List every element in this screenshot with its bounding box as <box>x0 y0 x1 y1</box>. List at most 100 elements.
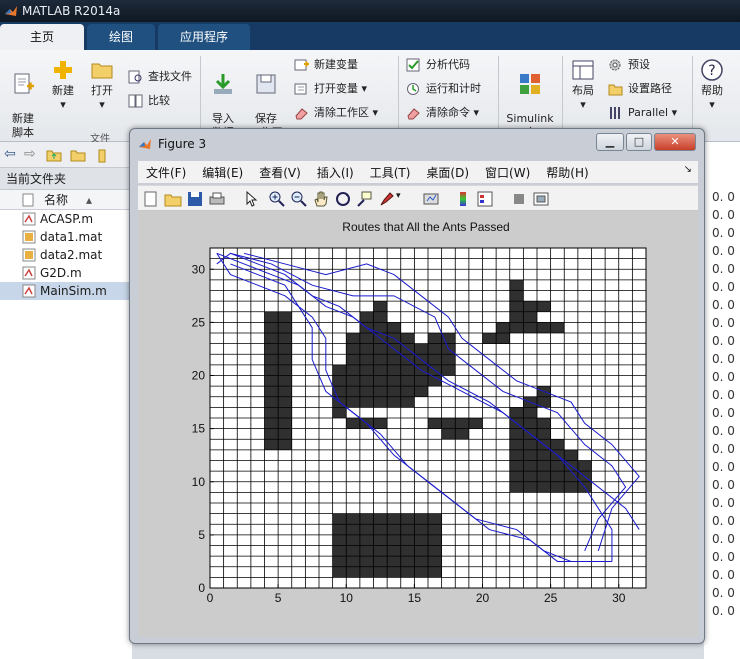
figure-window[interactable]: Figure 3 ▁ □ ✕ 文件(F) 编辑(E) 查看(V) 插入(I) 工… <box>129 128 705 644</box>
forward-arrow-icon[interactable]: ⇨ <box>24 146 36 162</box>
menu-file[interactable]: 文件(F) <box>138 164 194 181</box>
y-tick-label: 25 <box>192 315 206 329</box>
app-title: MATLAB R2014a <box>22 4 121 18</box>
workspace-value: 0. 0 <box>712 406 735 420</box>
show-plot-tools-icon[interactable] <box>532 190 550 208</box>
workspace-value: 0. 0 <box>712 226 735 240</box>
dock-arrow-icon[interactable]: ↘ <box>684 164 692 175</box>
save-icon[interactable] <box>186 190 204 208</box>
file-row[interactable]: ACASP.m <box>0 210 132 228</box>
import-icon <box>214 74 232 94</box>
menu-insert[interactable]: 插入(I) <box>309 164 362 181</box>
new-button[interactable]: 新建 ▾ <box>46 58 80 112</box>
preferences-button[interactable]: 预设 <box>608 56 650 74</box>
new-figure-icon[interactable] <box>142 190 160 208</box>
compare-icon <box>128 94 143 108</box>
menu-desktop[interactable]: 桌面(D) <box>418 164 477 181</box>
new-variable-button[interactable]: 新建变量 <box>294 56 358 74</box>
y-tick-label: 0 <box>198 581 205 595</box>
menu-help[interactable]: 帮助(H) <box>538 164 596 181</box>
mat-file-icon <box>22 248 36 262</box>
figure-menubar: 文件(F) 编辑(E) 查看(V) 插入(I) 工具(T) 桌面(D) 窗口(W… <box>138 161 698 183</box>
chevron-down-icon: ▾ <box>60 98 66 111</box>
svg-text:?: ? <box>708 63 715 79</box>
link-plot-icon[interactable] <box>422 190 440 208</box>
parallel-icon <box>610 107 620 119</box>
zoom-out-icon[interactable] <box>290 190 308 208</box>
open-variable-button[interactable]: 打开变量 ▾ <box>294 80 367 98</box>
file-name: data2.mat <box>40 248 103 262</box>
layout-icon <box>572 60 594 80</box>
chevron-down-icon: ▾ <box>580 98 586 111</box>
open-button[interactable]: 打开 ▾ <box>86 58 118 112</box>
workspace-value: 0. 0 <box>712 460 735 474</box>
menu-tools[interactable]: 工具(T) <box>362 164 419 181</box>
chevron-down-icon: ▾ <box>361 82 368 95</box>
rotate-3d-icon[interactable] <box>334 190 352 208</box>
folder-icon[interactable] <box>98 147 114 163</box>
layout-button[interactable]: 布局 ▾ <box>566 58 600 112</box>
x-tick-label: 25 <box>544 591 558 605</box>
colorbar-icon[interactable] <box>454 190 472 208</box>
current-folder-header: 当前文件夹 <box>0 168 132 190</box>
x-tick-label: 0 <box>207 591 214 605</box>
run-and-time-button[interactable]: 运行和计时 <box>406 80 481 98</box>
maximize-button[interactable]: □ <box>626 133 652 151</box>
x-tick-label: 20 <box>476 591 490 605</box>
file-row[interactable]: data1.mat <box>0 228 132 246</box>
file-row[interactable]: MainSim.m <box>0 282 132 300</box>
chevron-down-icon[interactable]: ▾ <box>396 191 401 201</box>
ribbon-tab-bar: 主页 绘图 应用程序 <box>0 22 740 50</box>
tab-apps[interactable]: 应用程序 <box>158 24 251 50</box>
up-folder-icon[interactable] <box>46 147 62 163</box>
m-file-icon <box>22 212 36 226</box>
clear-commands-button[interactable]: 清除命令 ▾ <box>406 104 479 122</box>
open-file-icon[interactable] <box>164 190 182 208</box>
workspace-value: 0. 0 <box>712 496 735 510</box>
clear-workspace-button[interactable]: 清除工作区 ▾ <box>294 104 378 122</box>
pointer-icon[interactable] <box>242 190 260 208</box>
plot-area[interactable]: Routes that All the Ants Passed 0 5 10 15 20… <box>138 211 698 637</box>
plus-icon <box>54 61 72 79</box>
analyze-code-button[interactable]: 分析代码 <box>406 56 470 74</box>
file-row[interactable]: data2.mat <box>0 246 132 264</box>
parallel-button[interactable]: Parallel ▾ <box>608 104 677 122</box>
close-button[interactable]: ✕ <box>654 133 696 151</box>
data-cursor-icon[interactable] <box>356 190 374 208</box>
workspace-value: 0. 0 <box>712 478 735 492</box>
help-icon: ? <box>701 59 723 81</box>
menu-view[interactable]: 查看(V) <box>251 164 309 181</box>
help-button[interactable]: ? 帮助 ▾ <box>696 58 728 112</box>
plot-title: Routes that All the Ants Passed <box>342 220 509 234</box>
obstacle-block <box>509 279 524 291</box>
workspace-value: 0. 0 <box>712 514 735 528</box>
name-column-header[interactable]: 名称 ▴ <box>0 190 132 210</box>
hide-plot-tools-icon[interactable] <box>510 190 528 208</box>
menu-edit[interactable]: 编辑(E) <box>194 164 251 181</box>
compare-button[interactable]: 比较 <box>128 92 170 110</box>
pan-hand-icon[interactable] <box>312 190 330 208</box>
browse-folder-icon[interactable] <box>70 147 86 163</box>
workspace-value: 0. 0 <box>712 334 735 348</box>
back-arrow-icon[interactable]: ⇦ <box>4 146 16 162</box>
zoom-in-icon[interactable] <box>268 190 286 208</box>
file-row[interactable]: G2D.m <box>0 264 132 282</box>
workspace-value: 0. 0 <box>712 298 735 312</box>
tab-home[interactable]: 主页 <box>0 24 85 50</box>
eraser-icon <box>407 108 420 120</box>
tab-plots[interactable]: 绘图 <box>87 24 156 50</box>
chevron-down-icon: ▾ <box>372 106 379 119</box>
minimize-button[interactable]: ▁ <box>596 133 624 151</box>
figure-toolbar: ▾ <box>138 185 698 211</box>
new-script-button[interactable]: 新建 脚本 <box>6 58 40 140</box>
find-files-button[interactable]: 查找文件 <box>128 68 192 86</box>
menu-window[interactable]: 窗口(W) <box>477 164 538 181</box>
workspace-value: 0. 0 <box>712 280 735 294</box>
brush-icon[interactable] <box>378 190 396 208</box>
workspace-value: 0. 0 <box>712 442 735 456</box>
y-tick-label: 30 <box>192 262 206 276</box>
set-path-button[interactable]: 设置路径 <box>608 80 672 98</box>
route-chart[interactable]: Routes that All the Ants Passed 0 5 10 15 20… <box>138 211 698 637</box>
print-icon[interactable] <box>208 190 226 208</box>
legend-icon[interactable] <box>476 190 494 208</box>
